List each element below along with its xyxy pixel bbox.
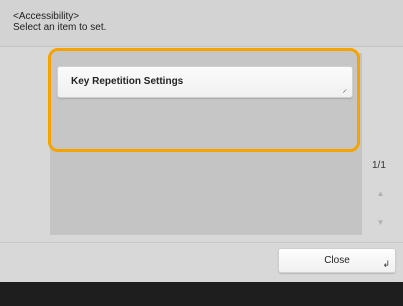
selection-highlight: [48, 48, 360, 152]
list-item-label: Key Repetition Settings: [71, 76, 184, 87]
scroll-down-button[interactable]: ▼: [369, 209, 392, 235]
corner-enter-icon: ↲: [382, 259, 390, 269]
close-button-label: Close: [324, 255, 350, 266]
close-button[interactable]: Close ↲: [278, 248, 396, 273]
footer-divider: [0, 242, 403, 243]
page-indicator: 1/1: [372, 160, 386, 171]
triangle-down-icon: ▼: [376, 217, 385, 227]
header: <Accessibility> Select an item to set.: [0, 0, 403, 47]
key-repetition-settings-button[interactable]: Key Repetition Settings ⸝: [57, 66, 353, 98]
corner-arrow-icon: ⸝: [342, 84, 347, 94]
instruction-text: Select an item to set.: [13, 22, 107, 33]
status-bar: [0, 282, 403, 306]
triangle-up-icon: ▲: [376, 188, 385, 198]
scroll-up-button[interactable]: ▲: [369, 180, 392, 206]
screen: <Accessibility> Select an item to set. K…: [0, 0, 403, 282]
